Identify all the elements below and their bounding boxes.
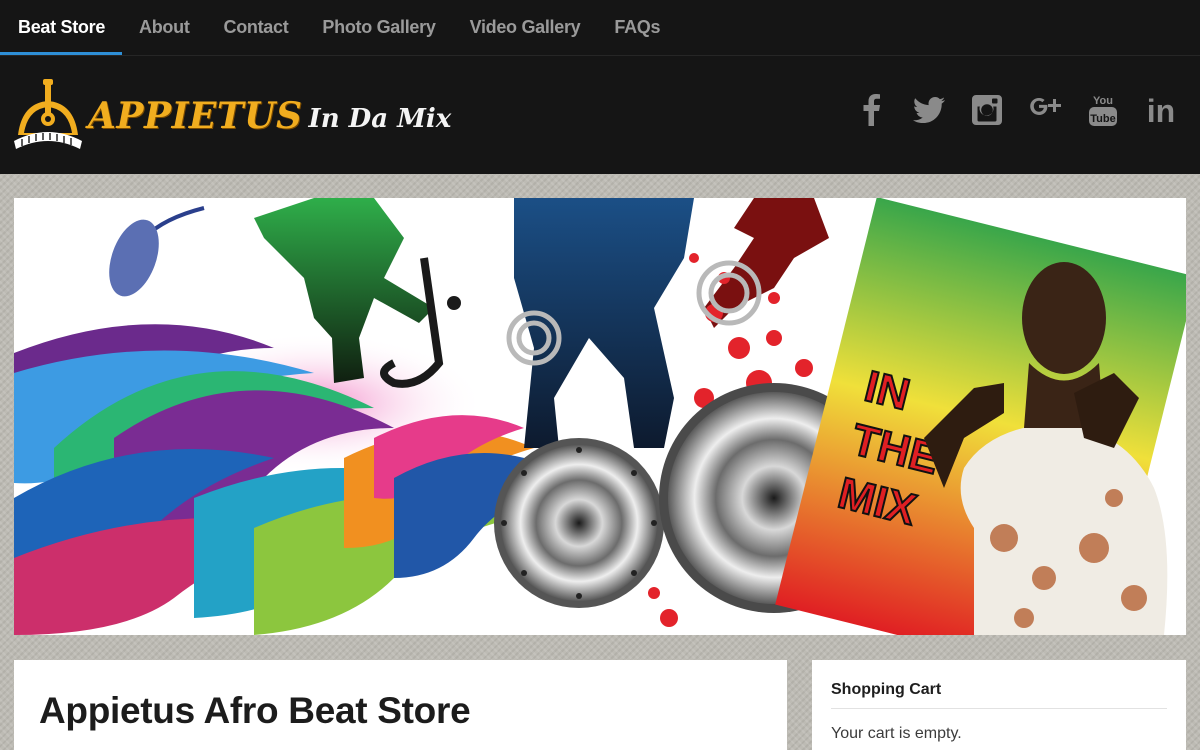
dance-mix-banner-image: IN THE MIX (14, 198, 1186, 635)
google-plus-link[interactable] (1016, 86, 1074, 134)
youtube-bottom-text: Tube (1090, 113, 1115, 125)
twitter-link[interactable] (900, 86, 958, 134)
nav-item-faqs[interactable]: FAQs (597, 0, 677, 55)
cart-title: Shopping Cart (831, 681, 942, 698)
site-logo[interactable]: APPIETUS In Da Mix (12, 78, 451, 154)
google-plus-icon (1030, 98, 1061, 115)
nav-item-beat-store[interactable]: Beat Store (0, 0, 123, 55)
linkedin-link[interactable]: in (1132, 86, 1190, 134)
nav-item-video-gallery[interactable]: Video Gallery (453, 0, 598, 55)
logo-subtitle: In Da Mix (308, 104, 452, 134)
nav-item-contact[interactable]: Contact (207, 0, 306, 55)
hero-banner: IN THE MIX (14, 198, 1186, 635)
top-navigation: Beat Store About Contact Photo Gallery V… (0, 0, 1200, 56)
nav-item-photo-gallery[interactable]: Photo Gallery (305, 0, 452, 55)
page-title: Appietus Afro Beat Store (39, 690, 471, 731)
cart-empty-message: Your cart is empty. (831, 725, 962, 742)
youtube-icon: You Tube (1089, 95, 1117, 126)
linkedin-icon: in (1147, 95, 1175, 125)
guitar-piano-logo-icon (14, 79, 82, 149)
facebook-link[interactable] (842, 86, 900, 134)
linkedin-text: in (1147, 95, 1175, 125)
social-links: You Tube in (842, 86, 1190, 134)
shopping-cart-widget: Shopping Cart Your cart is empty. (812, 660, 1186, 750)
main-content: Appietus Afro Beat Store (14, 660, 787, 750)
nav-item-about[interactable]: About (122, 0, 206, 55)
youtube-top-text: You (1093, 95, 1113, 107)
instagram-icon (972, 95, 1002, 125)
logo-title: APPIETUS (88, 95, 303, 137)
site-header: APPIETUS In Da Mix You Tube in (0, 56, 1200, 174)
facebook-icon (863, 94, 880, 126)
twitter-icon (913, 97, 945, 123)
youtube-link[interactable]: You Tube (1074, 86, 1132, 134)
cart-divider (831, 708, 1167, 709)
instagram-link[interactable] (958, 86, 1016, 134)
